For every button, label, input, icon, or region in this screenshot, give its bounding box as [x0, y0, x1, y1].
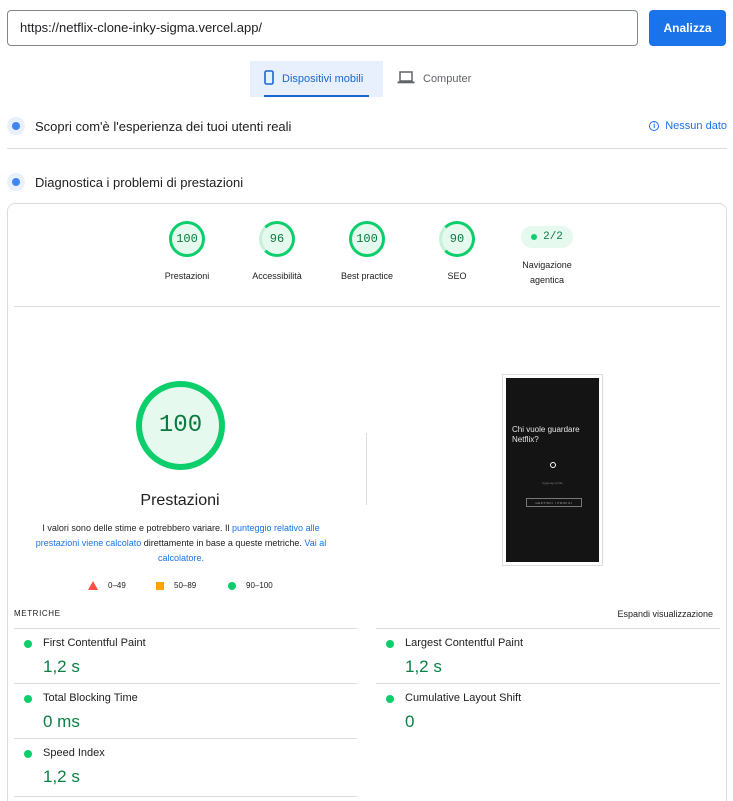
metric-fcp: First Contentful Paint 1,2 s: [14, 628, 344, 683]
gauge-performance-label: Prestazioni: [164, 271, 210, 281]
metric-name: Cumulative Layout Shift: [405, 692, 522, 704]
expand-view-toggle[interactable]: Espandi visualizzazione: [617, 609, 713, 619]
metric-name: First Contentful Paint: [43, 637, 146, 649]
triangle-icon: [88, 581, 98, 590]
tab-mobile[interactable]: Dispositivi mobili: [250, 61, 383, 97]
section-divider: [7, 148, 727, 149]
legend-fail-label: 0–49: [108, 581, 126, 590]
metric-value: 1,2 s: [43, 657, 80, 676]
pass-dot-icon: [386, 695, 394, 703]
screenshot-screen: Chi vuole guardare Netflix? Aggiungi pro…: [506, 378, 599, 562]
pass-dot-icon: [24, 640, 32, 648]
field-data-title: Scopri com'è l'esperienza dei tuoi utent…: [35, 118, 292, 134]
gauge-best-practices-score: 100: [349, 221, 385, 257]
metric-name: Speed Index: [43, 747, 105, 759]
no-data-link[interactable]: i Nessun dato: [649, 120, 727, 132]
gauge-best-practices-label: Best practice: [340, 271, 394, 281]
gauge-accessibility-label: Accessibilità: [252, 271, 302, 281]
add-profile-icon: [550, 462, 556, 468]
active-tab-indicator: [264, 95, 369, 97]
circle-icon: [228, 581, 236, 590]
url-input[interactable]: https://netflix-clone-inky-sigma.vercel.…: [7, 10, 638, 46]
performance-score-gauge: 100: [136, 381, 225, 470]
metrics-heading: METRICHE: [14, 609, 61, 618]
no-data-label: Nessun dato: [665, 120, 727, 132]
tab-desktop[interactable]: Computer: [383, 61, 485, 97]
screenshot-heading: Chi vuole guardare Netflix?: [512, 425, 580, 444]
screenshot-add-profile: Aggiungi profilo: [542, 481, 563, 485]
smartphone-icon: [264, 70, 274, 88]
desc-text-2: direttamente in base a queste metriche.: [141, 538, 305, 548]
analyze-button[interactable]: Analizza: [649, 10, 726, 46]
pass-dot-icon: [24, 750, 32, 758]
metric-value: 1,2 s: [43, 767, 80, 786]
desc-text-1: I valori sono delle stime e potrebbero v…: [42, 523, 233, 533]
pass-dot-icon: [386, 640, 394, 648]
gauge-accessibility-score: 96: [259, 221, 295, 257]
gauge-performance-score: 100: [169, 221, 205, 257]
metric-tbt: Total Blocking Time 0 ms: [14, 683, 344, 738]
field-data-icon: [7, 117, 25, 135]
gauge-seo-label: SEO: [447, 271, 467, 281]
legend-pass: 90–100: [228, 581, 273, 590]
agentic-navigation-pill: 2/2: [521, 226, 573, 248]
tab-mobile-label: Dispositivi mobili: [282, 73, 364, 85]
legend-average-label: 50–89: [174, 581, 197, 590]
field-data-header: Scopri com'è l'esperienza dei tuoi utent…: [7, 116, 727, 136]
metric-speed-index: Speed Index 1,2 s: [14, 738, 344, 793]
metric-value: 0: [405, 712, 415, 731]
lab-data-header: Diagnostica i problemi di prestazioni: [7, 172, 727, 192]
metric-divider: [14, 796, 357, 797]
gauge-seo[interactable]: 90 SEO: [417, 221, 497, 284]
performance-description: I valori sono delle stime e potrebbero v…: [32, 521, 330, 566]
tab-desktop-label: Computer: [423, 73, 472, 85]
gauge-performance[interactable]: 100 Prestazioni: [147, 221, 227, 284]
gauge-best-practices[interactable]: 100 Best practice: [327, 221, 407, 284]
lab-data-title: Diagnostica i problemi di prestazioni: [35, 174, 244, 190]
metric-value: 0 ms: [43, 712, 80, 731]
gauges-divider: [14, 306, 720, 307]
square-icon: [156, 581, 164, 590]
gauge-seo-score: 90: [439, 221, 475, 257]
agentic-navigation-score: 2/2: [543, 231, 563, 243]
performance-title: Prestazioni: [140, 492, 220, 509]
final-screenshot[interactable]: Chi vuole guardare Netflix? Aggiungi pro…: [502, 374, 603, 566]
lab-data-icon: [7, 173, 25, 191]
laptop-icon: [397, 71, 415, 87]
gauge-agentic-navigation-label: Navigazione agentica: [522, 260, 572, 285]
legend-average: 50–89: [156, 581, 196, 590]
metric-name: Largest Contentful Paint: [405, 637, 524, 649]
legend-pass-label: 90–100: [246, 581, 273, 590]
gauge-agentic-navigation[interactable]: 2/2 Navigazione agentica: [507, 219, 587, 288]
metric-value: 1,2 s: [405, 657, 442, 676]
legend-fail: 0–49: [88, 581, 126, 590]
metric-cls: Cumulative Layout Shift 0: [376, 683, 706, 738]
metric-name: Total Blocking Time: [43, 692, 138, 704]
pass-dot-icon: [24, 695, 32, 703]
vertical-divider: [366, 433, 367, 505]
metric-lcp: Largest Contentful Paint 1,2 s: [376, 628, 706, 683]
screenshot-manage-button: GESTISCI I PROFILI: [526, 498, 582, 507]
gauge-accessibility[interactable]: 96 Accessibilità: [237, 221, 317, 284]
info-icon: i: [649, 121, 660, 131]
pass-dot-icon: [531, 234, 538, 240]
